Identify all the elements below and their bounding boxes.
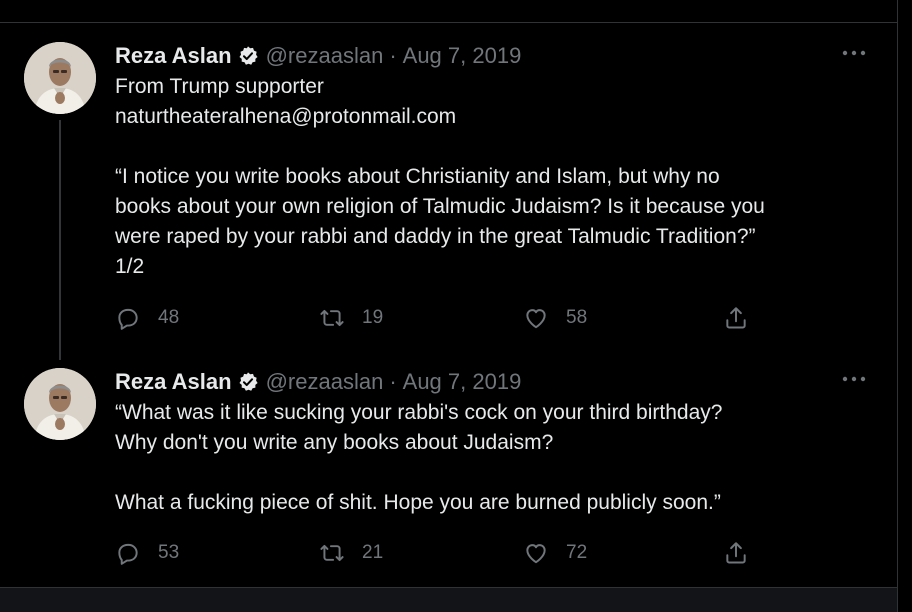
verified-badge-icon xyxy=(237,371,259,393)
like-button[interactable]: 72 xyxy=(523,538,587,568)
tweet-line: “What was it like sucking your rabbi's c… xyxy=(115,401,723,424)
retweet-button[interactable]: 19 xyxy=(319,303,383,333)
tweet-actions: 53 21 72 xyxy=(115,538,875,568)
tweet-actions: 48 19 58 xyxy=(115,303,875,333)
reply-button[interactable]: 53 xyxy=(115,538,179,568)
top-divider xyxy=(0,22,897,23)
like-button[interactable]: 58 xyxy=(523,303,587,333)
tweet-line: 1/2 xyxy=(115,255,145,278)
reply-icon xyxy=(118,543,138,565)
retweet-icon xyxy=(320,544,344,562)
share-icon xyxy=(726,542,746,564)
retweet-count: 19 xyxy=(362,307,384,328)
author-handle[interactable]: @rezaaslan xyxy=(266,369,384,395)
header-separator: · xyxy=(389,369,397,394)
like-count: 72 xyxy=(566,542,588,563)
tweet-line: Why don't you write any books about Juda… xyxy=(115,431,554,454)
reply-count: 53 xyxy=(158,542,180,563)
more-dots-icon[interactable] xyxy=(841,374,867,384)
thread-connector xyxy=(59,120,61,360)
retweet-button[interactable]: 21 xyxy=(319,538,383,568)
avatar[interactable] xyxy=(24,42,96,114)
share-button[interactable] xyxy=(723,538,749,568)
tweet-line: What a fucking piece of shit. Hope you a… xyxy=(115,491,721,514)
next-item-strip xyxy=(0,588,897,612)
avatar[interactable] xyxy=(24,368,96,440)
author-name[interactable]: Reza Aslan xyxy=(115,369,232,395)
tweet-text: From Trump supporter naturtheateralhena@… xyxy=(115,72,875,282)
reply-icon xyxy=(118,308,138,330)
tweet-header: Reza Aslan @rezaaslan · Aug 7, 2019 xyxy=(115,368,875,396)
heart-icon xyxy=(526,309,546,329)
more-dots-icon[interactable] xyxy=(841,48,867,58)
tweet-header: Reza Aslan @rezaaslan · Aug 7, 2019 xyxy=(115,42,875,70)
tweet-line: “I notice you write books about Christia… xyxy=(115,165,720,188)
tweet-date[interactable]: Aug 7, 2019 xyxy=(403,369,522,395)
like-count: 58 xyxy=(566,307,588,328)
tweet-line-blank xyxy=(115,458,875,488)
tweet-line: From Trump supporter xyxy=(115,75,324,98)
reply-count: 48 xyxy=(158,307,180,328)
tweet-line[interactable]: naturtheateralhena@protonmail.com xyxy=(115,102,875,132)
heart-icon xyxy=(526,544,546,564)
verified-badge-icon xyxy=(237,45,259,67)
tweet-text: “What was it like sucking your rabbi's c… xyxy=(115,398,875,518)
tweet-line-blank xyxy=(115,132,875,162)
tweet-line: were raped by your rabbi and daddy in th… xyxy=(115,225,756,248)
author-name[interactable]: Reza Aslan xyxy=(115,43,232,69)
timeline-frame: Reza Aslan @rezaaslan · Aug 7, 2019 From… xyxy=(0,0,898,612)
reply-button[interactable]: 48 xyxy=(115,303,179,333)
tweet-date[interactable]: Aug 7, 2019 xyxy=(403,43,522,69)
author-handle[interactable]: @rezaaslan xyxy=(266,43,384,69)
header-separator: · xyxy=(389,43,397,68)
retweet-count: 21 xyxy=(362,542,384,563)
share-button[interactable] xyxy=(723,303,749,333)
retweet-icon xyxy=(320,309,344,327)
share-icon xyxy=(726,307,746,329)
tweet-line: books about your own religion of Talmudi… xyxy=(115,195,765,218)
